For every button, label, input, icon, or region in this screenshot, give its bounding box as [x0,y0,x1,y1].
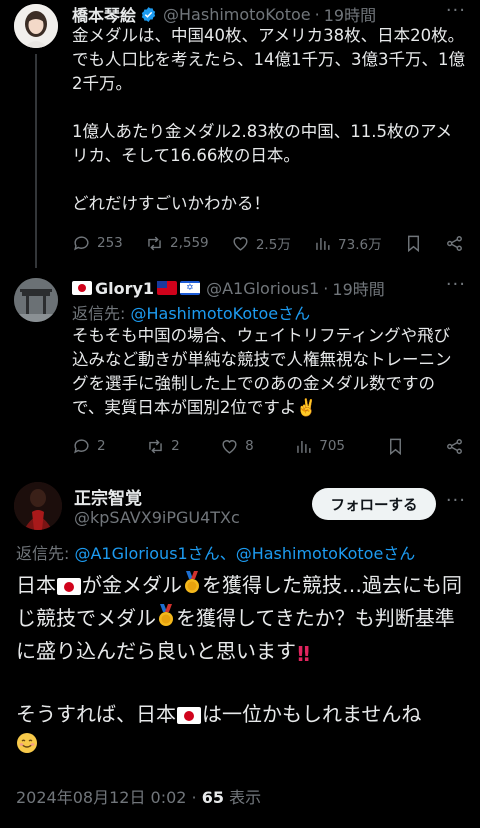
reply-to: 返信先: @A1Glorious1さん、@HashimotoKotoeさん [16,544,416,563]
reply-to-link[interactable]: @A1Glorious1さん、@HashimotoKotoeさん [74,544,415,563]
thread-line [35,54,37,268]
author-handle[interactable]: @A1Glorious1 [206,279,319,298]
israel-flag-icon: ✡ [180,281,201,295]
tweet-2[interactable]: Glory1 ✡ @A1Glorious1 · 19時間 ··· 返信先: @H… [0,262,480,470]
taiwan-flag-icon [157,281,178,295]
gold-medal-icon [156,604,176,636]
tweet-text: そもそも中国の場合、ウェイトリフティングや飛び込みなど動きが単純な競技で人権無視… [72,326,452,417]
avatar[interactable] [14,4,58,48]
reply-icon [74,235,89,250]
views-button[interactable]: 73.6万 [313,233,382,253]
double-exclamation-icon: !! [296,642,311,666]
repost-count: 2 [171,438,180,454]
author-name[interactable]: 橋本琴絵 [72,2,136,26]
like-button[interactable]: 2.5万 [231,233,291,253]
tweet-text: 日本 が金メダル を獲得した競技…過去にも同じ競技でメダル を獲得してきたか？も判断基… [16,570,468,762]
follow-button[interactable]: フォローする [312,488,436,520]
tweet-actions: 253 2,559 2.5万 73.6万 [72,231,464,255]
repost-count: 2,559 [169,235,209,251]
author-name[interactable]: Glory1 [95,279,154,298]
author-handle[interactable]: @kpSAVX9iPGU4TXc [74,508,240,527]
view-count: 73.6万 [338,237,382,253]
share-icon [447,438,462,454]
like-button[interactable]: 8 [220,437,254,456]
like-count: 8 [245,438,254,454]
repost-icon [149,439,162,453]
like-count: 2.5万 [255,237,291,253]
avatar[interactable] [14,482,62,530]
tweet-1[interactable]: 橋本琴絵 @HashimotoKotoe · 19時間 ··· 金メダルは、中国… [0,0,480,268]
share-icon [447,235,462,251]
bookmark-button[interactable] [404,234,423,253]
avatar[interactable] [14,278,58,322]
reply-icon [74,438,89,453]
views-label: 表示 [229,788,262,807]
japan-flag-icon [57,578,81,595]
tweet-3-main: 正宗智覚 @kpSAVX9iPGU4TXc フォローする ··· 返信先: @A… [0,482,480,828]
share-button[interactable] [445,234,464,253]
bookmark-button[interactable] [386,437,405,456]
smiling-face-icon [16,732,38,762]
analytics-icon [316,237,330,250]
tweet-header: Glory1 ✡ @A1Glorious1 · 19時間 [72,276,385,300]
tweet-text: 金メダルは、中国40枚、アメリカ38枚、日本20枚。でも人口比を考えたら、14億… [72,26,465,213]
reply-button[interactable]: 253 [72,234,123,253]
more-options-icon[interactable]: ··· [446,0,466,21]
reply-to-link[interactable]: @HashimotoKotoeさん [130,304,310,323]
repost-button[interactable]: 2 [146,437,180,456]
thread-line-top [35,262,37,266]
repost-icon [148,236,161,250]
analytics-icon [297,440,311,453]
tweet-header: 橋本琴絵 @HashimotoKotoe · 19時間 [72,2,376,26]
bookmark-icon [389,438,401,455]
tweet-time[interactable]: 19時間 [324,2,376,26]
views-button[interactable]: 705 [294,437,345,456]
reply-count: 253 [97,235,123,251]
tweet-time[interactable]: 19時間 [332,276,384,300]
share-button[interactable] [445,437,464,456]
tweet-header: 正宗智覚 [74,484,142,509]
japan-flag-icon [72,281,92,295]
more-options-icon[interactable]: ··· [446,490,466,511]
gold-medal-icon [182,571,202,603]
tweet-actions: 2 2 8 705 [72,434,464,458]
heart-icon [222,439,237,454]
reply-to: 返信先: @HashimotoKotoeさん [72,304,311,323]
more-options-icon[interactable]: ··· [446,274,466,295]
heart-icon [233,236,248,251]
bookmark-icon [407,235,419,252]
repost-button[interactable]: 2,559 [145,234,209,253]
view-count: 705 [319,438,346,454]
author-name[interactable]: 正宗智覚 [74,484,142,509]
japan-flag-icon [177,707,201,724]
reply-button[interactable]: 2 [72,437,106,456]
author-handle[interactable]: @HashimotoKotoe [163,5,311,24]
tweet-date[interactable]: 2024年08月12日 0:02 [16,788,186,807]
view-count: 65 [201,788,224,807]
verified-badge-icon [140,6,157,23]
reply-count: 2 [97,438,106,454]
tweet-meta: 2024年08月12日 0:02 · 65 表示 [16,788,262,807]
